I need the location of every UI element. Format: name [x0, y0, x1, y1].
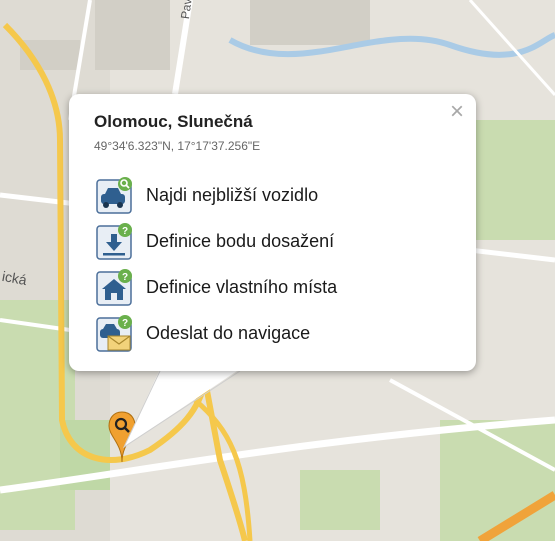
close-icon[interactable]: ×	[450, 100, 464, 124]
car-mail-icon: ?	[96, 315, 132, 352]
svg-text:?: ?	[122, 272, 128, 283]
popup-menu: Najdi nejbližší vozidlo ? Definice bodu …	[96, 172, 337, 356]
house-place-icon: ?	[96, 269, 132, 306]
menu-item-label: Definice vlastního místa	[146, 276, 338, 297]
menu-item-define-reach-point[interactable]: ? Definice bodu dosažení	[96, 218, 337, 264]
svg-text:?: ?	[122, 318, 128, 329]
menu-item-label: Najdi nejbližší vozidlo	[146, 184, 319, 205]
car-search-icon	[96, 177, 132, 214]
menu-item-find-vehicle[interactable]: Najdi nejbližší vozidlo	[96, 172, 337, 218]
download-point-icon: ?	[96, 223, 132, 260]
popup-coordinates: 49°34'6.323"N, 17°17'37.256"E	[94, 139, 261, 153]
menu-item-label: Odeslat do navigace	[146, 322, 311, 343]
info-popup: Olomouc, Slunečná 49°34'6.323"N, 17°17'3…	[69, 94, 476, 371]
menu-item-define-own-place[interactable]: ? Definice vlastního místa	[96, 264, 337, 310]
svg-text:?: ?	[122, 226, 128, 237]
menu-item-label: Definice bodu dosažení	[146, 230, 335, 251]
menu-item-send-to-navigation[interactable]: ? Odeslat do navigace	[96, 310, 337, 356]
popup-title: Olomouc, Slunečná	[94, 112, 253, 131]
